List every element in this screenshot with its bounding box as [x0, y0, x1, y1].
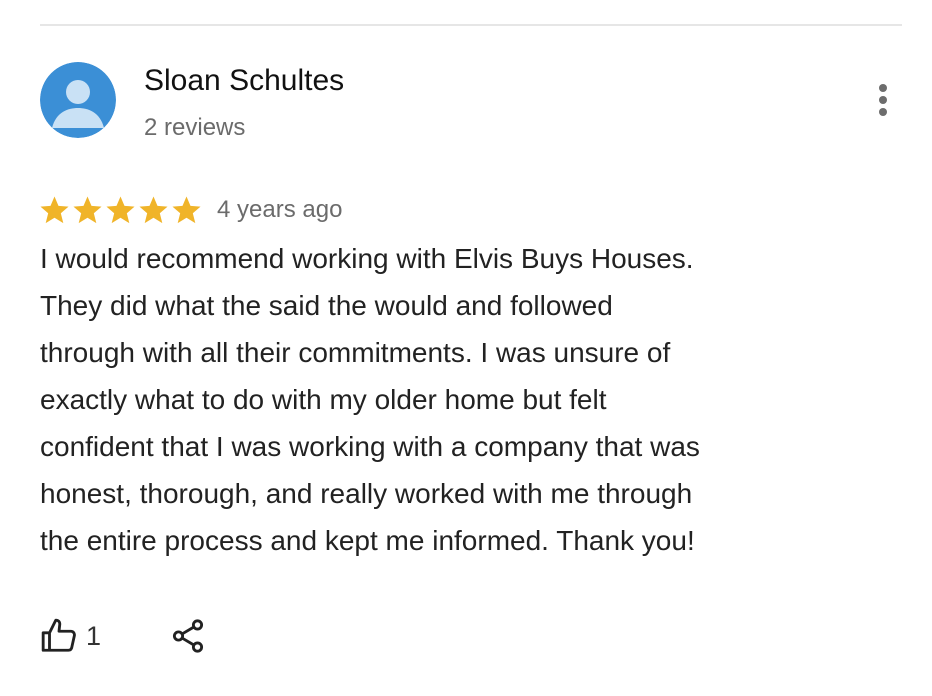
review-actions: 1: [40, 612, 207, 660]
review-time: 4 years ago: [217, 196, 343, 223]
more-options-button[interactable]: [866, 80, 900, 120]
star-icon: [139, 195, 168, 223]
like-button[interactable]: 1: [40, 617, 101, 655]
rating-row: 4 years ago: [38, 190, 342, 230]
review-text: I would recommend working with Elvis Buy…: [40, 243, 700, 556]
share-button[interactable]: [169, 617, 207, 655]
like-count: 1: [86, 620, 102, 651]
share-icon: [172, 619, 204, 653]
star-icon: [73, 195, 102, 223]
reviewer-name[interactable]: Sloan Schultes: [144, 64, 344, 98]
more-vert-icon-dot: [879, 84, 887, 92]
star-icon: [106, 195, 135, 223]
avatar[interactable]: [40, 62, 116, 138]
more-vert-icon-dot: [879, 96, 887, 104]
star-icon: [40, 195, 69, 223]
star-rating: [38, 194, 203, 227]
thumbs-up-icon: [41, 618, 76, 652]
top-divider: [40, 24, 902, 26]
review-card: Sloan Schultes 2 reviews 4 years ago I w…: [0, 0, 932, 696]
more-vert-icon-dot: [879, 108, 887, 116]
reviewer-reviews-count: 2 reviews: [144, 114, 246, 141]
star-icon: [172, 195, 201, 223]
person-icon: [40, 62, 116, 138]
